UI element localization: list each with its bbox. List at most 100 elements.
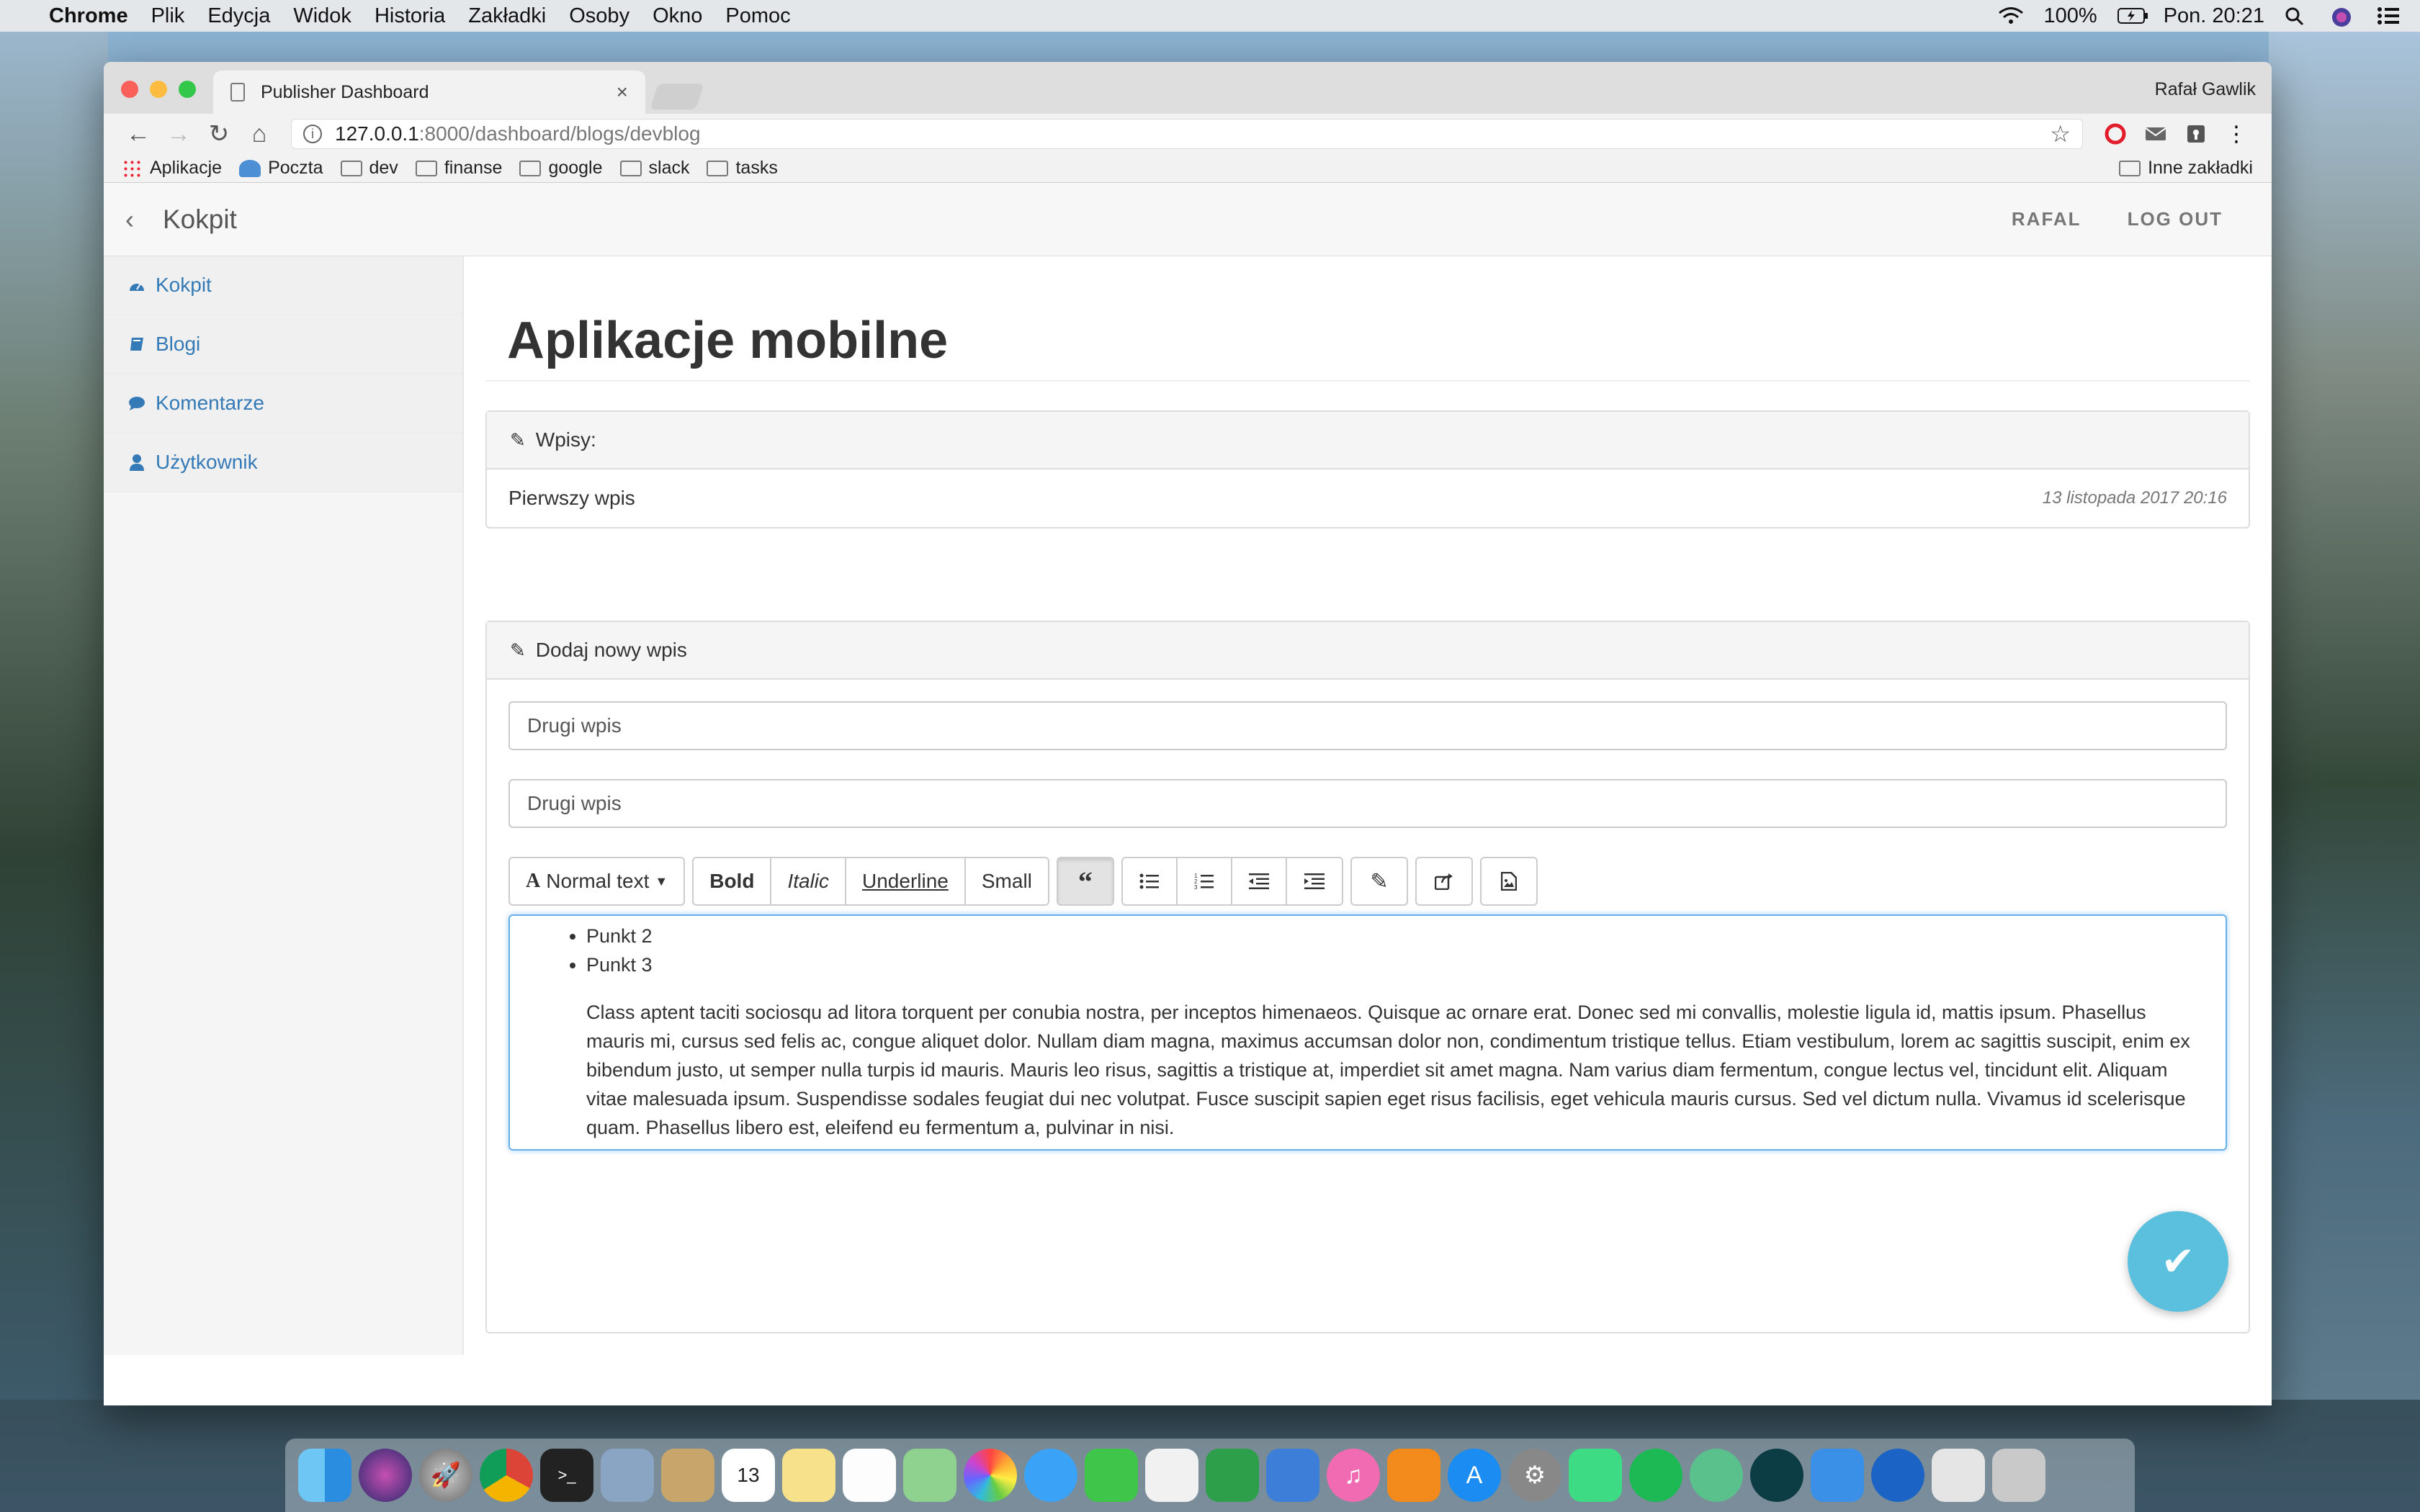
chrome-icon[interactable]	[480, 1449, 533, 1502]
back-arrow-icon[interactable]: ←	[118, 120, 158, 148]
mail-extension-icon[interactable]	[2145, 123, 2166, 145]
chevron-left-icon[interactable]: ‹	[125, 204, 134, 235]
menu-help[interactable]: Pomoc	[725, 4, 790, 28]
insert-link-button[interactable]	[1417, 858, 1471, 904]
gitkraken-icon[interactable]	[1750, 1449, 1803, 1502]
minimize-window-button[interactable]	[150, 81, 167, 98]
post-title[interactable]: Pierwszy wpis	[508, 487, 635, 510]
atom-icon[interactable]	[1690, 1449, 1743, 1502]
small-button[interactable]: Small	[966, 858, 1048, 904]
sidebar-item-blogi[interactable]: Blogi	[104, 315, 462, 374]
bookmark-folder-google[interactable]: google	[519, 158, 603, 179]
sidebar-item-komentarze[interactable]: Komentarze	[104, 374, 462, 433]
android-studio-icon[interactable]	[1569, 1449, 1622, 1502]
unordered-list-button[interactable]	[1123, 858, 1178, 904]
wysiwyg-editor[interactable]: Punkt 2 Punkt 3 Class aptent taciti soci…	[508, 914, 2227, 1151]
list-group: 123	[1121, 857, 1343, 906]
save-post-button[interactable]: ✔	[2128, 1211, 2228, 1312]
numbers-icon[interactable]	[1206, 1449, 1259, 1502]
maps-icon[interactable]	[903, 1449, 956, 1502]
italic-button[interactable]: Italic	[771, 858, 847, 904]
app-brand[interactable]: Kokpit	[163, 204, 237, 235]
xcode-icon[interactable]	[1811, 1449, 1864, 1502]
blockquote-button[interactable]: “	[1057, 858, 1113, 904]
trash-icon[interactable]	[1992, 1449, 2045, 1502]
outdent-button[interactable]	[1232, 858, 1287, 904]
post-slug-input[interactable]	[508, 779, 2227, 828]
bookmark-mail[interactable]: Poczta	[239, 158, 323, 179]
browser-menu-icon[interactable]: ⋮	[2226, 122, 2247, 146]
ordered-list-button[interactable]: 123	[1178, 858, 1232, 904]
textedit-icon[interactable]	[1145, 1449, 1198, 1502]
menu-history[interactable]: Historia	[375, 4, 445, 28]
close-window-button[interactable]	[121, 81, 138, 98]
itunes-icon[interactable]: ♫	[1327, 1449, 1380, 1502]
new-tab-button[interactable]	[650, 84, 704, 109]
password-extension-icon[interactable]	[2185, 123, 2207, 145]
bookmark-star-icon[interactable]: ☆	[2050, 120, 2071, 148]
system-preferences-icon[interactable]: ⚙	[1508, 1449, 1561, 1502]
keynote-icon[interactable]	[1266, 1449, 1319, 1502]
spotify-icon[interactable]	[1629, 1449, 1682, 1502]
app-store-icon[interactable]: A	[1448, 1449, 1501, 1502]
list-item[interactable]: Pierwszy wpis 13 listopada 2017 20:16	[487, 469, 2249, 527]
menu-view[interactable]: Widok	[293, 4, 351, 28]
finder-icon[interactable]	[298, 1449, 351, 1502]
ibooks-icon[interactable]	[1387, 1449, 1440, 1502]
sourcetree-icon[interactable]	[1871, 1449, 1924, 1502]
edit-html-button[interactable]: ✎	[1352, 858, 1407, 904]
menu-bookmarks[interactable]: Zakładki	[468, 4, 546, 28]
preview-icon[interactable]	[601, 1449, 654, 1502]
wifi-icon[interactable]	[1998, 6, 2024, 25]
bookmark-folder-tasks[interactable]: tasks	[707, 158, 778, 179]
menu-window[interactable]: Okno	[653, 4, 702, 28]
insert-image-button[interactable]	[1482, 858, 1536, 904]
notification-center-icon[interactable]	[2377, 6, 2403, 25]
photos-icon[interactable]	[964, 1449, 1017, 1502]
menu-app-name[interactable]: Chrome	[49, 4, 128, 28]
siri-icon[interactable]	[359, 1449, 412, 1502]
terminal-icon[interactable]: >_	[540, 1449, 593, 1502]
notes-icon[interactable]	[661, 1449, 714, 1502]
home-icon[interactable]: ⌂	[239, 120, 279, 148]
menu-people[interactable]: Osoby	[569, 4, 629, 28]
siri-icon[interactable]	[2331, 6, 2357, 27]
other-bookmarks[interactable]: Inne zakładki	[2119, 158, 2253, 179]
zoom-window-button[interactable]	[179, 81, 196, 98]
facetime-icon[interactable]	[1085, 1449, 1138, 1502]
browser-tab-active[interactable]: Publisher Dashboard ×	[213, 71, 645, 114]
post-title-input[interactable]	[508, 701, 2227, 750]
bold-button[interactable]: Bold	[694, 858, 772, 904]
forward-arrow-icon[interactable]: →	[158, 120, 199, 148]
bookmark-folder-finanse[interactable]: finanse	[415, 158, 502, 179]
battery-icon[interactable]	[2117, 6, 2148, 25]
indent-button[interactable]	[1287, 858, 1342, 904]
close-tab-icon[interactable]: ×	[617, 81, 628, 104]
calendar-icon[interactable]: 13	[722, 1449, 775, 1502]
emphasis-group: Bold Italic Underline Small	[692, 857, 1049, 906]
browser-profile-name[interactable]: Rafał Gawlik	[2155, 79, 2256, 100]
opera-extension-icon[interactable]	[2105, 123, 2126, 145]
files-icon[interactable]	[1932, 1449, 1985, 1502]
address-bar[interactable]: i 127.0.0.1:8000/dashboard/blogs/devblog…	[291, 119, 2083, 149]
site-info-icon[interactable]: i	[303, 125, 322, 143]
messages-icon[interactable]	[1024, 1449, 1077, 1502]
menubar-clock[interactable]: Pon. 20:21	[2164, 4, 2264, 28]
reload-icon[interactable]: ↻	[199, 120, 239, 148]
text-style-dropdown[interactable]: A Normal text ▼	[510, 858, 684, 904]
user-menu-link[interactable]: RAFAL	[2012, 208, 2081, 230]
menu-edit[interactable]: Edycja	[207, 4, 270, 28]
reminders-icon[interactable]	[843, 1449, 896, 1502]
bookmark-folder-slack[interactable]: slack	[619, 158, 689, 179]
menu-file[interactable]: Plik	[151, 4, 185, 28]
underline-button[interactable]: Underline	[846, 858, 966, 904]
sidebar-item-uzytkownik[interactable]: Użytkownik	[104, 433, 462, 492]
logout-link[interactable]: LOG OUT	[2128, 208, 2223, 230]
bookmark-apps[interactable]: Aplikacje	[122, 158, 222, 179]
pencil-icon: ✎	[510, 639, 526, 661]
spotlight-search-icon[interactable]	[2285, 6, 2311, 26]
launchpad-icon[interactable]: 🚀	[419, 1449, 472, 1502]
bookmark-folder-dev[interactable]: dev	[340, 158, 398, 179]
stickies-icon[interactable]	[782, 1449, 835, 1502]
sidebar-item-kokpit[interactable]: Kokpit	[104, 256, 462, 315]
